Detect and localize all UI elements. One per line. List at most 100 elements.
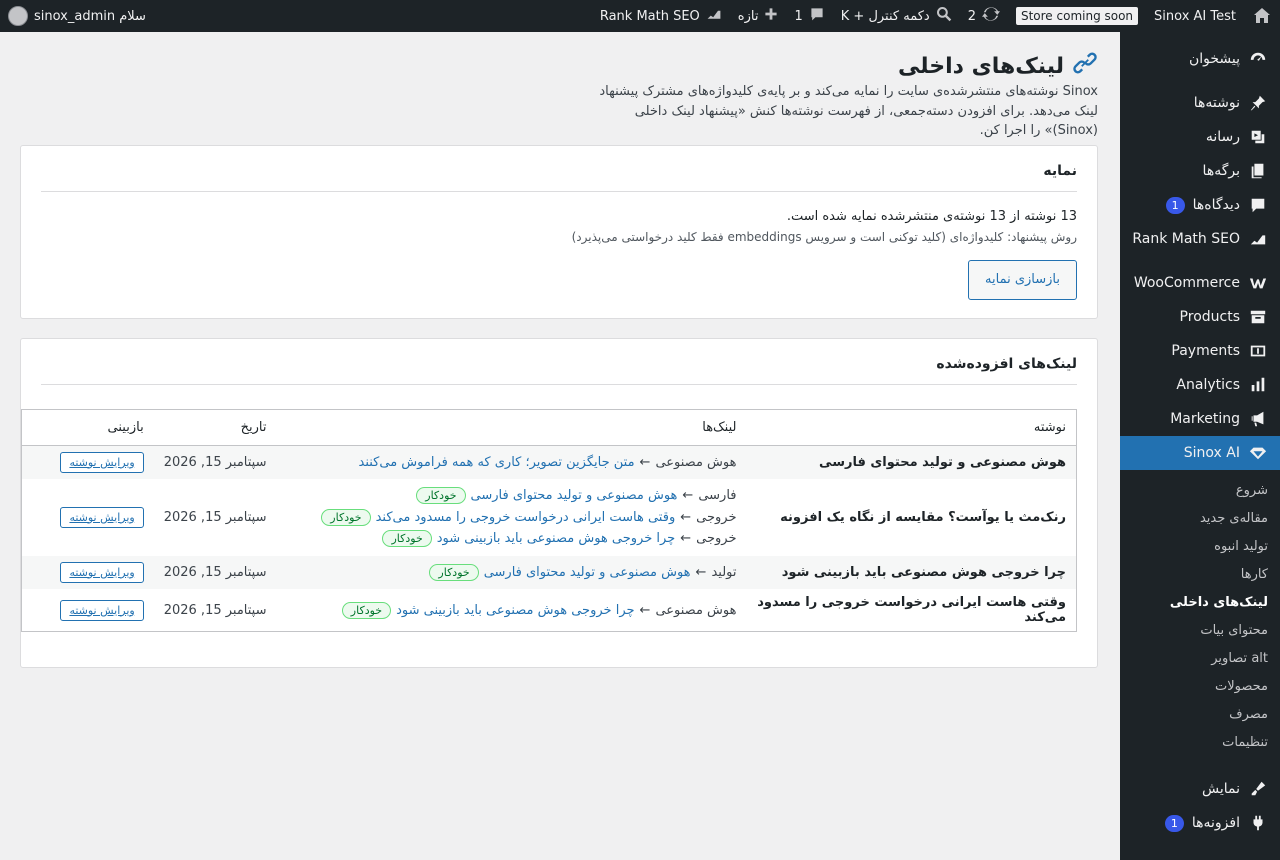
archive-icon [1248,307,1268,327]
menu-comments[interactable]: دیدگاه‌ها 1 [1120,188,1280,222]
row-post-title: وقتی هاست ایرانی درخواست خروجی را مسدود … [757,595,1066,625]
link-target[interactable]: هوش مصنوعی و تولید محتوای فارسی [471,488,678,503]
link-target[interactable]: چرا خروجی هوش مصنوعی باید بازبینی شود [396,603,634,618]
submenu-settings[interactable]: تنظیمات [1120,728,1280,756]
pages-icon [1248,161,1268,181]
column-header-date: تاریخ [153,409,277,446]
column-header-post: نوشته [746,409,1077,446]
row-date: سپتامبر 15, 2026 [163,509,267,525]
menu-analytics[interactable]: Analytics [1120,368,1280,402]
comments-icon [1248,195,1268,215]
menu-dashboard[interactable]: پیشخوان [1120,42,1280,76]
edit-post-button[interactable]: ویرایش نوشته [60,506,144,528]
menu-sinox-ai[interactable]: Sinox AI [1112,436,1280,470]
submenu-bulk-generate[interactable]: تولید انبوه [1120,532,1280,560]
menu-woocommerce[interactable]: WooCommerce [1120,266,1280,300]
comments-link[interactable]: 1 [786,0,832,32]
menu-marketing[interactable]: Marketing [1120,402,1280,436]
rank-math-link[interactable]: Rank Math SEO [592,0,730,32]
row-post-title: چرا خروجی هوش مصنوعی باید بازبینی شود [746,555,1077,589]
row-date: سپتامبر 15, 2026 [163,602,267,618]
store-coming-soon-badge[interactable]: Store coming soon [1015,7,1139,25]
edit-post-button[interactable]: ویرایش نوشته [60,599,144,621]
submenu-jobs[interactable]: کارها [1120,560,1280,588]
command-palette-link[interactable]: دکمه کنترل + K [833,0,960,32]
page-title: لینک‌های داخلی [20,52,1098,80]
menu-gap [1120,762,1280,772]
rebuild-index-button[interactable]: بازسازی نمایه [968,259,1077,300]
link-anchor-text: خروجی [696,531,737,547]
link-entry: تولید ← هوش مصنوعی و تولید محتوای فارسی … [287,562,737,584]
menu-label-payments: Payments [1171,343,1240,359]
submenu-usage[interactable]: مصرف [1120,700,1280,728]
link-anchor-text: هوش مصنوعی [655,454,737,470]
row-post-title: هوش مصنوعی و تولید محتوای فارسی [746,445,1077,479]
auto-badge: خودکار [382,530,432,548]
link-target[interactable]: هوش مصنوعی و تولید محتوای فارسی [484,565,691,580]
menu-posts[interactable]: نوشته‌ها [1120,86,1280,120]
auto-badge: خودکار [416,487,466,505]
new-content-link[interactable]: تازه [730,0,787,32]
index-status-text: 13 نوشته از 13 نوشته‌ی منتشرشده نمایه شد… [786,208,1077,224]
menu-media[interactable]: رسانه [1120,120,1280,154]
link-anchor-text: خروجی [696,509,737,525]
edit-post-button[interactable]: ویرایش نوشته [60,561,144,583]
menu-label-appearance: نمایش [1201,781,1240,797]
page-title-text: لینک‌های داخلی [897,53,1064,79]
new-label: تازه [737,8,759,24]
link-entry: فارسی ← هوش مصنوعی و تولید محتوای فارسی … [287,485,737,507]
submenu-new-article[interactable]: مقاله‌ی جدید [1120,504,1280,532]
comment-icon [809,6,825,26]
menu-pages[interactable]: برگه‌ها [1120,154,1280,188]
pin-icon [1248,93,1268,113]
link-icon [1072,50,1098,82]
avatar [8,6,28,26]
arrow-icon: ← [680,531,692,547]
menu-label-rank-math: Rank Math SEO [1132,231,1240,247]
greeting-text: سلام sinox_admin [34,8,146,24]
edit-post-button[interactable]: ویرایش نوشته [60,451,144,473]
row-links-cell: هوش مصنوعی ← چرا خروجی هوش مصنوعی باید ب… [277,589,747,632]
suggestion-method-note: روش پیشنهاد: کلیدواژه‌ای (کلید توکنی است… [571,229,1077,244]
row-links-cell: فارسی ← هوش مصنوعی و تولید محتوای فارسی … [277,479,747,556]
row-links-cell: تولید ← هوش مصنوعی و تولید محتوای فارسی … [276,555,747,589]
link-target[interactable]: متن جایگزین تصویر؛ کاری که همه فراموش می… [359,455,635,470]
arrow-icon: ← [695,564,707,580]
comments-count: 1 [794,8,803,24]
menu-label-products: Products [1179,309,1240,325]
row-action-cell: ویرایش نوشته [22,589,154,632]
menu-products[interactable]: Products [1120,300,1280,334]
table-row: هوش مصنوعی و تولید محتوای فارسی هوش مصنو… [21,445,1077,479]
index-card-title: نمایه [41,146,1077,192]
site-name-link[interactable]: Sinox AI Test [1146,0,1244,32]
menu-rank-math[interactable]: Rank Math SEO [1120,222,1280,256]
submenu-stale-content[interactable]: محتوای بیات [1120,616,1280,644]
submenu-image-alt[interactable]: alt تصاویر [1120,644,1280,672]
submenu-start[interactable]: شروع [1120,476,1280,504]
menu-gap [1120,32,1280,42]
arrow-icon: ← [639,454,651,470]
arrow-icon: ← [680,509,692,525]
main-content: لینک‌های داخلی Sinox نوشته‌های منتشرشده‌… [0,32,1120,668]
menu-appearance[interactable]: نمایش [1120,772,1280,806]
menu-gap [1120,76,1280,86]
link-target[interactable]: وقتی هاست ایرانی درخواست خروجی را مسدود … [376,510,676,525]
updates-count: 2 [967,8,976,24]
added-links-title: لینک‌های افزوده‌شده [41,339,1077,385]
menu-plugins[interactable]: افزونه‌ها 1 [1120,806,1280,840]
updates-link[interactable]: 2 [960,0,1008,32]
submenu-products[interactable]: محصولات [1120,672,1280,700]
menu-payments[interactable]: Payments [1120,334,1280,368]
dashboard-icon [1248,49,1268,69]
link-entry: هوش مصنوعی ← متن جایگزین تصویر؛ کاری که … [287,452,737,474]
menu-label-dashboard: پیشخوان [1188,51,1240,67]
diamond-icon [1248,443,1268,463]
woocommerce-icon [1248,273,1268,293]
submenu-internal-links[interactable]: لینک‌های داخلی [1120,588,1280,616]
row-post-title: رنک‌مث یا یوآست؟ مقایسه از نگاه یک افزون… [780,509,1066,525]
link-target[interactable]: چرا خروجی هوش مصنوعی باید بازبینی شود [437,531,675,546]
my-account-link[interactable]: سلام sinox_admin [0,0,154,32]
wp-logo-icon[interactable] [1244,0,1280,32]
menu-label-comments: دیدگاه‌ها [1192,197,1240,213]
arrow-icon: ← [682,488,694,504]
